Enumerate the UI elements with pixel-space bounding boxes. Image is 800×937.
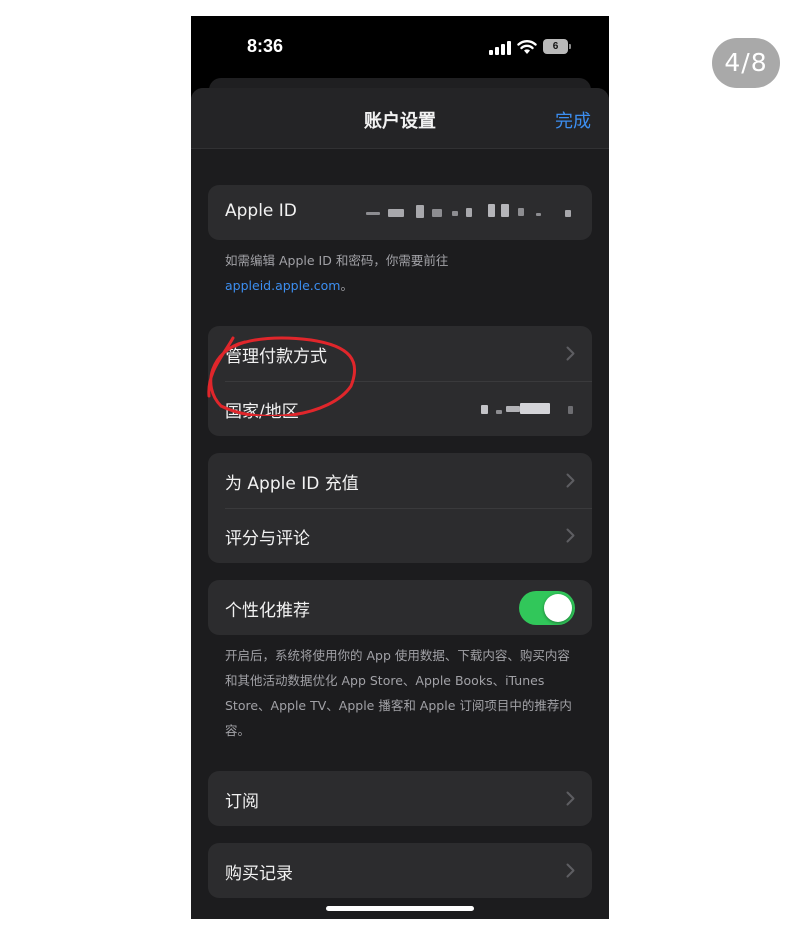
manage-payment-label: 管理付款方式	[225, 347, 327, 367]
chevron-right-icon	[566, 473, 575, 488]
subscriptions-row[interactable]: 订阅	[208, 771, 592, 826]
chevron-right-icon	[566, 863, 575, 878]
manage-payment-row[interactable]: 管理付款方式	[208, 326, 592, 381]
chevron-right-icon	[566, 791, 575, 806]
chevron-right-icon	[566, 528, 575, 543]
home-indicator	[326, 906, 474, 911]
cellular-signal-icon	[489, 41, 511, 55]
account-settings-sheet: 账户设置 完成 Apple ID 如需编辑 Apple ID 和密码，你需要前往…	[191, 88, 609, 919]
account-group: 管理付款方式 国家/地区	[208, 326, 592, 436]
apple-id-footnote-text: 如需编辑 Apple ID 和密码，你需要前往	[225, 253, 449, 268]
battery-level: 6	[543, 39, 568, 54]
personalization-group: 个性化推荐	[208, 580, 592, 635]
purchase-history-group: 购买记录	[208, 843, 592, 898]
status-time: 8:36	[247, 36, 284, 56]
ratings-reviews-row[interactable]: 评分与评论	[208, 508, 592, 563]
apple-id-row[interactable]: Apple ID	[208, 185, 592, 240]
footnote-period: 。	[340, 278, 353, 293]
status-bar: 8:36 6	[191, 16, 609, 76]
chevron-right-icon	[566, 346, 575, 361]
toggle-knob	[544, 594, 572, 622]
country-region-label: 国家/地区	[225, 402, 299, 422]
top-up-row[interactable]: 为 Apple ID 充值	[208, 453, 592, 508]
page-title: 账户设置	[364, 111, 436, 132]
phone-screen: 8:36 6 账户设置 完成 Apple ID 如需编辑 Apple ID 和密…	[191, 16, 609, 919]
navigation-bar: 账户设置 完成	[191, 88, 609, 149]
apple-id-group: Apple ID	[208, 185, 592, 240]
purchase-history-row[interactable]: 购买记录	[208, 843, 592, 898]
subscriptions-label: 订阅	[225, 792, 259, 812]
appleid-link[interactable]: appleid.apple.com	[225, 278, 340, 293]
top-up-label: 为 Apple ID 充值	[225, 474, 359, 494]
misc-group: 为 Apple ID 充值 评分与评论	[208, 453, 592, 563]
ratings-reviews-label: 评分与评论	[225, 529, 310, 549]
purchase-history-label: 购买记录	[225, 864, 293, 884]
done-button[interactable]: 完成	[555, 107, 591, 133]
subscriptions-group: 订阅	[208, 771, 592, 826]
personalized-recommendations-row: 个性化推荐	[208, 580, 592, 635]
personalization-footnote: 开启后，系统将使用你的 App 使用数据、下载内容、购买内容和其他活动数据优化 …	[225, 648, 572, 738]
page-counter: 4/8	[712, 38, 780, 88]
wifi-icon	[517, 40, 537, 54]
battery-icon: 6	[543, 39, 571, 55]
personalized-recommendations-label: 个性化推荐	[225, 601, 310, 621]
apple-id-label: Apple ID	[225, 201, 297, 221]
personalized-recommendations-toggle[interactable]	[519, 591, 575, 625]
country-region-row[interactable]: 国家/地区	[208, 381, 592, 436]
apple-id-footnote: 如需编辑 Apple ID 和密码，你需要前往 appleid.apple.co…	[225, 248, 580, 298]
